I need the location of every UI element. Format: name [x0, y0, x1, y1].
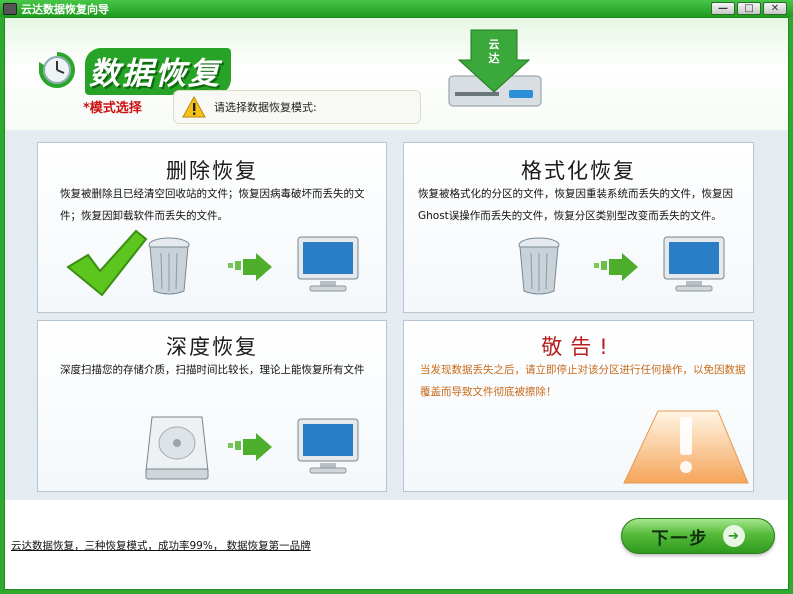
- monitor-icon: [663, 236, 725, 292]
- arrow-icon: [228, 433, 272, 461]
- deep-recovery-description: 深度扫描您的存储介质，扫描时间比较长，理论上能恢复所有文件: [60, 364, 365, 376]
- mode-select-label: *模式选择: [83, 101, 142, 116]
- delete-recovery-card[interactable]: 删除恢复 恢复被删除且已经清空回收站的文件；恢复因病毒破坏而丢失的文件；恢复因卸…: [37, 142, 387, 313]
- format-recovery-description: 恢复被格式化的分区的文件，恢复因重装系统而丢失的文件，恢复因Ghost误操作而丢…: [418, 188, 733, 222]
- window-title: 云达数据恢复向导: [21, 2, 109, 16]
- app-icon: [3, 2, 17, 15]
- recycle-bin-icon: [148, 237, 190, 295]
- next-button-label: 下一步: [651, 528, 709, 549]
- mode-panel: 删除恢复 恢复被删除且已经清空回收站的文件；恢复因病毒破坏而丢失的文件；恢复因卸…: [5, 130, 788, 500]
- footer-link[interactable]: 云达数据恢复，三种恢复模式，成功率99%， 数据恢复第一品牌: [11, 538, 311, 553]
- header: 数据恢复 *模式选择 请选择数据恢复模式: 云达: [5, 18, 788, 130]
- minimize-button[interactable]: —: [711, 2, 735, 15]
- exclamation-icon: [623, 410, 749, 484]
- footer: 云达数据恢复，三种恢复模式，成功率99%， 数据恢复第一品牌 下一步 ➔: [5, 500, 788, 589]
- recycle-bin-icon: [518, 237, 560, 295]
- warning-description: 当发现数据丢失之后，请立即停止对该分区进行任何操作，以免因数据覆盖而导致文件彻底…: [420, 364, 746, 398]
- arrow-right-icon: ➔: [722, 525, 745, 547]
- warning-title: 敬告!: [541, 335, 616, 359]
- checkmark-icon: [66, 229, 148, 297]
- next-button[interactable]: 下一步 ➔: [621, 518, 775, 554]
- deep-recovery-card[interactable]: 深度恢复 深度扫描您的存储介质，扫描时间比较长，理论上能恢复所有文件: [37, 320, 387, 492]
- monitor-icon: [297, 236, 359, 292]
- window-frame: 数据恢复 *模式选择 请选择数据恢复模式: 云达 删除恢复 恢复被删除且已经清空: [4, 17, 789, 590]
- maximize-button[interactable]: □: [737, 2, 761, 15]
- delete-recovery-title: 删除恢复: [166, 159, 258, 183]
- logo-text: 云达: [488, 38, 500, 65]
- arrow-icon: [594, 253, 638, 281]
- drive-logo: 云达: [441, 20, 547, 114]
- hint-text: 请选择数据恢复模式:: [214, 101, 317, 114]
- title-bar: 云达数据恢复向导 — □ ✕: [0, 0, 793, 17]
- hard-drive-icon: [145, 416, 209, 480]
- hint-box: 请选择数据恢复模式:: [173, 90, 421, 124]
- format-recovery-title: 格式化恢复: [521, 159, 636, 183]
- app-heading: 数据恢复: [85, 48, 231, 95]
- clock-icon: [39, 52, 75, 88]
- warning-card: 敬告! 当发现数据丢失之后，请立即停止对该分区进行任何操作，以免因数据覆盖而导致…: [403, 320, 754, 492]
- monitor-icon: [297, 418, 359, 474]
- close-button[interactable]: ✕: [763, 2, 787, 15]
- delete-recovery-description: 恢复被删除且已经清空回收站的文件；恢复因病毒破坏而丢失的文件；恢复因卸载软件而丢…: [60, 188, 365, 222]
- format-recovery-card[interactable]: 格式化恢复 恢复被格式化的分区的文件，恢复因重装系统而丢失的文件，恢复因Ghos…: [403, 142, 754, 313]
- deep-recovery-title: 深度恢复: [166, 335, 258, 359]
- hard-drive-download-icon: [448, 29, 542, 107]
- arrow-icon: [228, 253, 272, 281]
- warning-icon: [182, 96, 206, 118]
